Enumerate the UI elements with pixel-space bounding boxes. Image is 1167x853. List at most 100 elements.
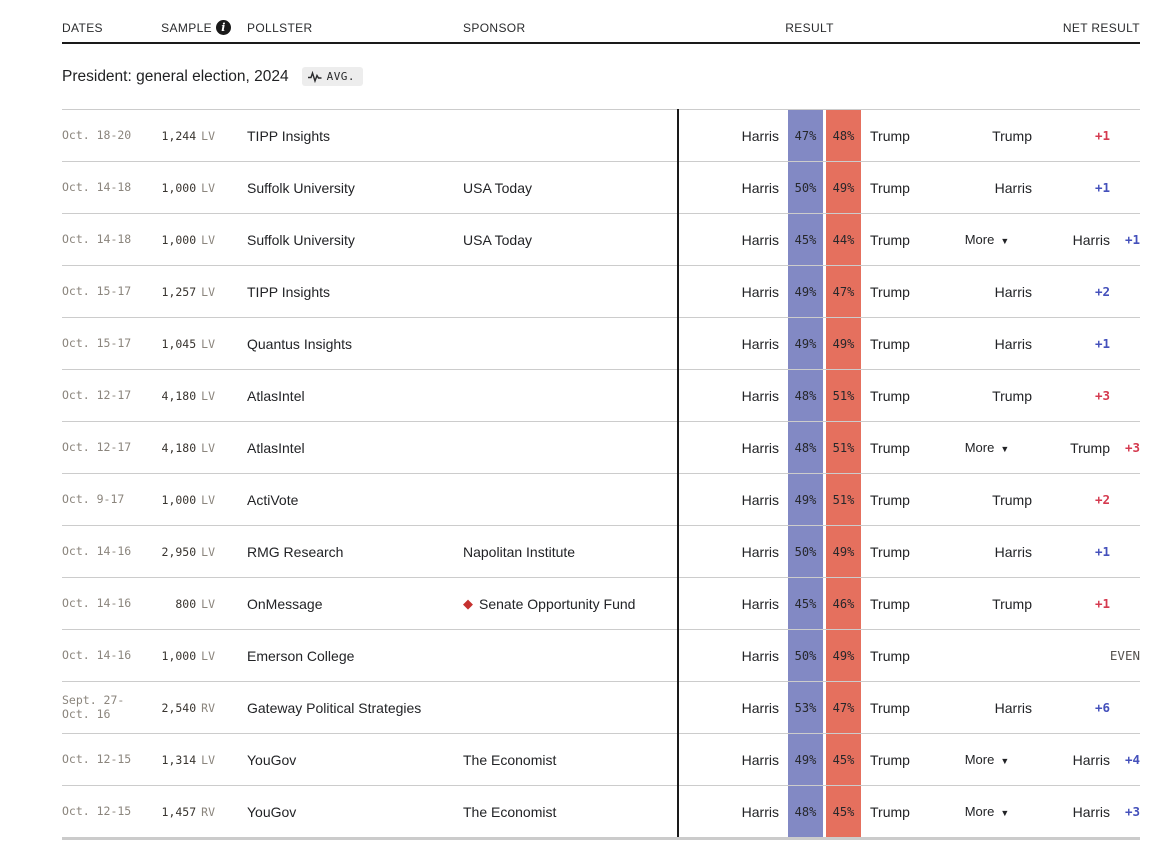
net-leader-label: Harris — [1072, 803, 1110, 820]
net-margin-value: +3 — [1124, 804, 1140, 819]
sample-size: 1,314 — [161, 752, 197, 767]
net-leader-label: Harris — [994, 335, 1032, 352]
rep-result-cell: 49% — [826, 630, 861, 681]
sponsor-name: ◆ — [463, 370, 677, 421]
table-row: Oct. 18-20 1,244 LV TIPP Insights ◆ Harr… — [62, 109, 1140, 161]
average-badge: AVG. — [301, 67, 363, 86]
dem-result-cell: 47% — [788, 110, 823, 161]
poll-sample: 1,000 LV — [157, 630, 215, 681]
dem-result-cell: 45% — [788, 214, 823, 265]
rep-result-cell: 49% — [826, 162, 861, 213]
rep-result-cell: 51% — [826, 474, 861, 525]
column-header-net-result: NET RESULT — [1062, 21, 1140, 35]
polls-table: DATES SAMPLE i POLLSTER SPONSOR RESULT N… — [62, 0, 1140, 840]
table-row: Oct. 12-17 4,180 LV AtlasIntel ◆ Harris … — [62, 369, 1140, 421]
net-leader-label: Trump — [992, 595, 1032, 612]
sample-type: LV — [201, 388, 215, 403]
rep-result-cell: 47% — [826, 682, 861, 733]
dem-result-cell: 50% — [788, 162, 823, 213]
column-header-sponsor: SPONSOR — [463, 21, 526, 35]
result-divider-line — [677, 109, 679, 837]
poll-dates: Oct. 14-18 — [62, 179, 132, 194]
dem-result-cell: 49% — [788, 474, 823, 525]
sample-size: 1,244 — [161, 128, 197, 143]
pollster-name: TIPP Insights — [247, 283, 331, 300]
rep-candidate-label: Trump — [870, 439, 910, 456]
net-leader-label: Harris — [1072, 231, 1110, 248]
rep-candidate-label: Trump — [870, 647, 910, 664]
poll-dates: Oct. 15-17 — [62, 283, 132, 298]
sample-type: LV — [201, 492, 215, 507]
poll-sample: 2,540 RV — [157, 682, 215, 733]
rep-candidate-label: Trump — [870, 595, 910, 612]
sponsor-name: ◆ USA Today — [463, 214, 677, 265]
sponsor-name: ◆ USA Today — [463, 162, 677, 213]
net-leader-label: Trump — [992, 491, 1032, 508]
rep-candidate-label: Trump — [870, 283, 910, 300]
column-header-pollster: POLLSTER — [247, 21, 313, 35]
rep-candidate-label: Trump — [870, 751, 910, 768]
dem-candidate-label: Harris — [741, 283, 779, 300]
poll-sample: 800 LV — [157, 578, 215, 629]
poll-dates: Oct. 12-17 — [62, 439, 132, 454]
dem-candidate-label: Harris — [741, 647, 779, 664]
pollster-name: AtlasIntel — [247, 387, 305, 404]
column-header-sample: SAMPLE i — [161, 20, 231, 35]
poll-dates: Oct. 9-17 — [62, 491, 125, 506]
poll-dates: Oct. 15-17 — [62, 335, 132, 350]
rep-candidate-label: Trump — [870, 491, 910, 508]
net-margin-value: +3 — [1094, 388, 1110, 403]
dem-candidate-label: Harris — [741, 751, 779, 768]
pollster-name: Suffolk University — [247, 231, 355, 248]
poll-dates: Oct. 14-16 — [62, 595, 132, 610]
table-row: Oct. 12-15 1,457 RV YouGov ◆ The Economi… — [62, 785, 1140, 837]
sample-type: LV — [201, 596, 215, 611]
pollster-name: Emerson College — [247, 647, 355, 664]
sponsor-label: Napolitan Institute — [463, 543, 576, 560]
sponsor-name: ◆ — [463, 682, 677, 733]
poll-sample: 1,000 LV — [157, 214, 215, 265]
dem-candidate-label: Harris — [741, 231, 779, 248]
pollster-name: YouGov — [247, 751, 297, 768]
info-icon[interactable]: i — [216, 20, 231, 35]
dem-result-cell: 49% — [788, 734, 823, 785]
table-row: Oct. 15-17 1,257 LV TIPP Insights ◆ Harr… — [62, 265, 1140, 317]
more-dropdown-button[interactable]: More ▼ — [942, 734, 1032, 785]
rep-candidate-label: Trump — [870, 803, 910, 820]
dem-candidate-label: Harris — [741, 595, 779, 612]
sponsor-name: ◆ — [463, 422, 677, 473]
rep-result-cell: 49% — [826, 318, 861, 369]
table-row: Oct. 14-16 800 LV OnMessage ◆ Senate Opp… — [62, 577, 1140, 629]
rep-candidate-label: Trump — [870, 335, 910, 352]
sample-size: 1,457 — [161, 804, 197, 819]
sample-size: 1,000 — [161, 648, 197, 663]
net-margin-value: +1 — [1094, 336, 1110, 351]
poll-dates: Oct. 12-15 — [62, 803, 132, 818]
rep-candidate-label: Trump — [870, 387, 910, 404]
rep-candidate-label: Trump — [870, 699, 910, 716]
sponsor-label: The Economist — [463, 803, 557, 820]
poll-sample: 1,244 LV — [157, 110, 215, 161]
poll-sample: 4,180 LV — [157, 370, 215, 421]
pollster-name: TIPP Insights — [247, 127, 331, 144]
more-label: More — [964, 752, 995, 767]
rep-candidate-label: Trump — [870, 179, 910, 196]
net-leader-label: Trump — [992, 387, 1032, 404]
sponsor-name: ◆ — [463, 630, 677, 681]
more-dropdown-button[interactable]: More ▼ — [942, 214, 1032, 265]
poll-dates: Oct. 14-16 — [62, 647, 132, 662]
sponsor-name: ◆ — [463, 266, 677, 317]
poll-dates: Oct. 18-20 — [62, 127, 132, 142]
more-label: More — [964, 804, 995, 819]
sample-size: 1,000 — [161, 232, 197, 247]
dem-candidate-label: Harris — [741, 699, 779, 716]
more-dropdown-button[interactable]: More ▼ — [942, 422, 1032, 473]
table-body: Oct. 18-20 1,244 LV TIPP Insights ◆ Harr… — [62, 109, 1140, 840]
dem-result-cell: 48% — [788, 422, 823, 473]
sponsor-label: USA Today — [463, 231, 533, 248]
rep-result-cell: 47% — [826, 266, 861, 317]
dem-candidate-label: Harris — [741, 387, 779, 404]
more-dropdown-button[interactable]: More ▼ — [942, 786, 1032, 837]
net-margin-value: +2 — [1094, 284, 1110, 299]
section-header: President: general election, 2024 AVG. — [62, 44, 1140, 109]
